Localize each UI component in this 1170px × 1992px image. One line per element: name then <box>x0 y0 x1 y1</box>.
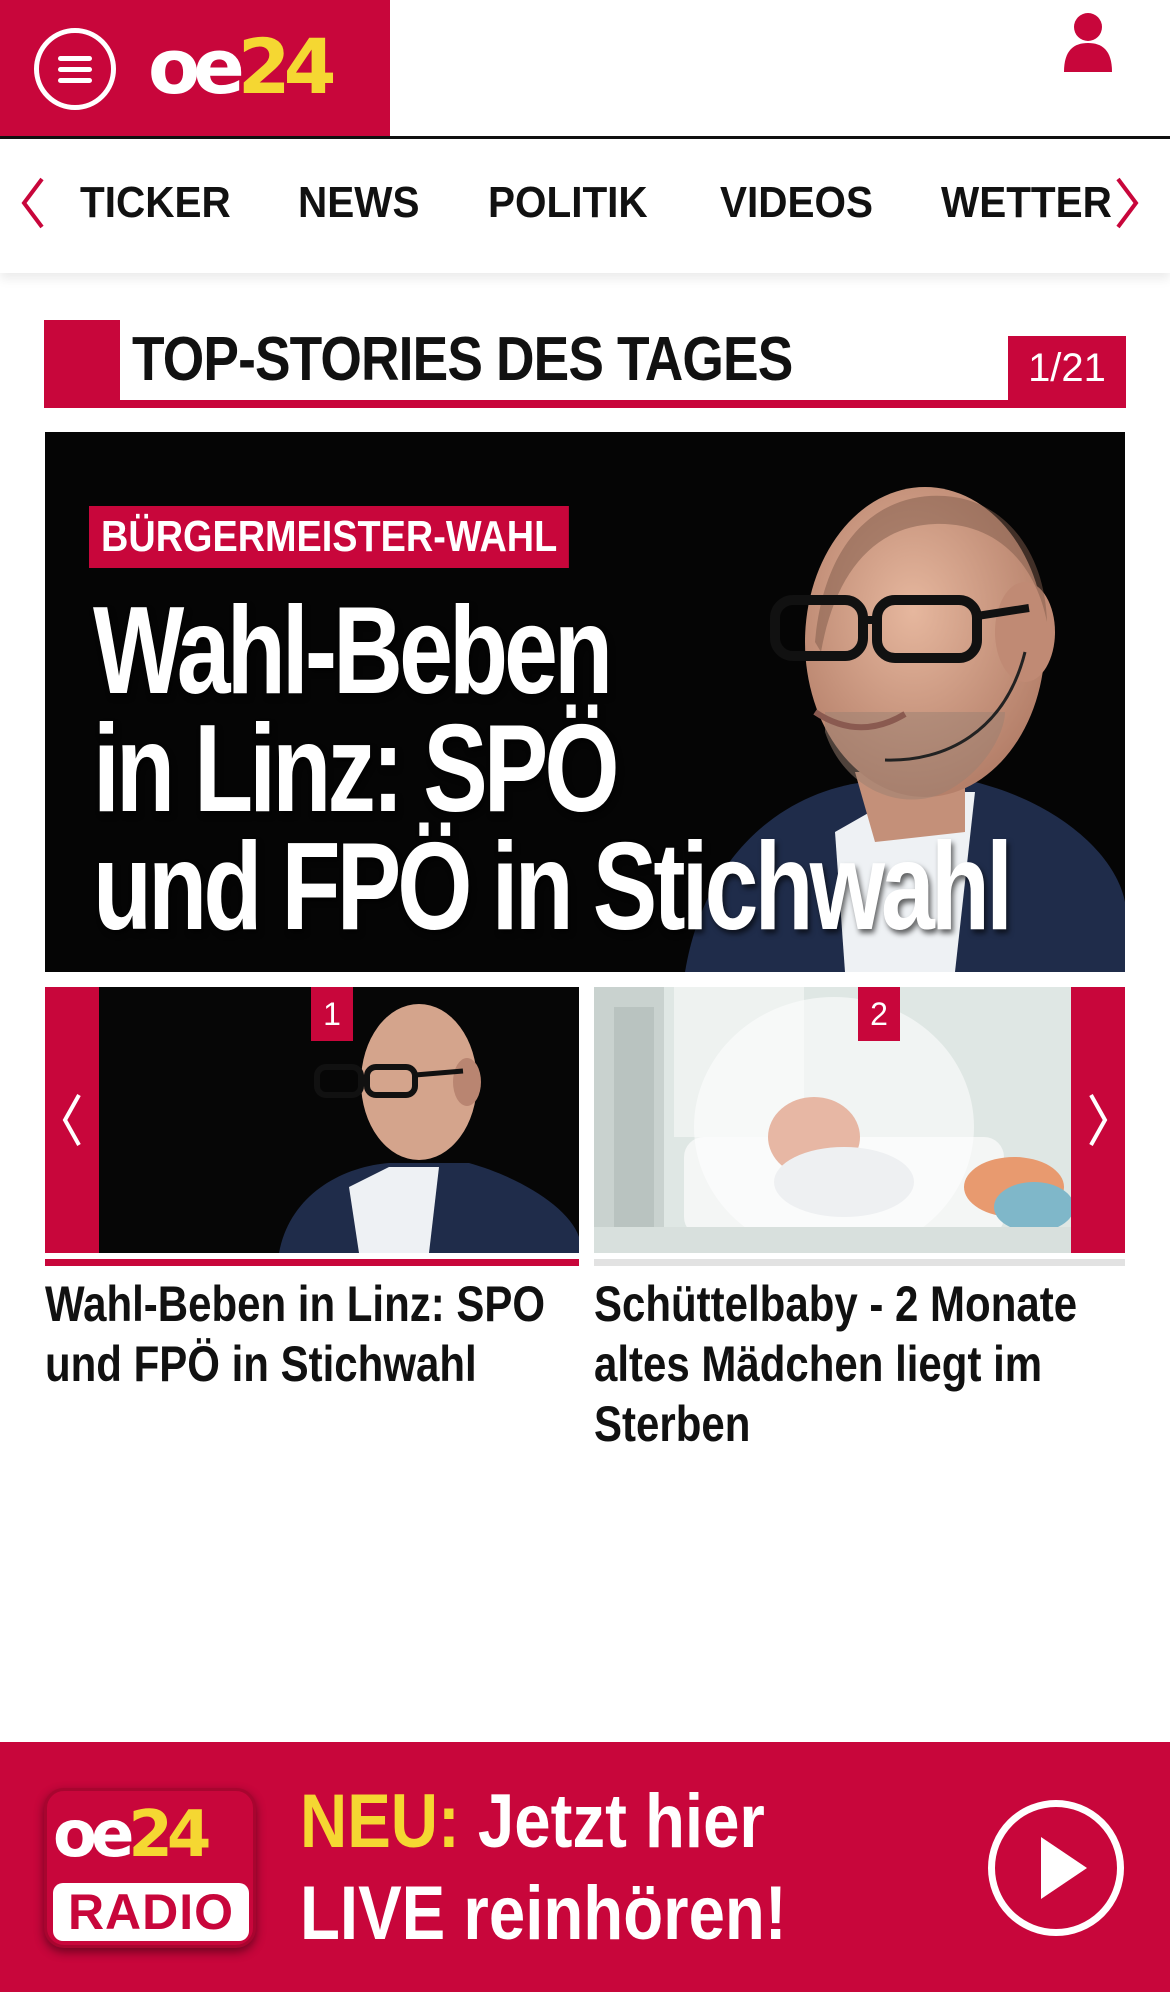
nav-item-news[interactable]: NEWS <box>298 173 419 233</box>
site-header: oe24 <box>0 0 1170 139</box>
hero-headline-line: Wahl-Beben <box>93 582 613 720</box>
radio-logo-text: oe <box>53 1798 134 1872</box>
carousel-next-button[interactable] <box>1071 987 1125 1253</box>
user-icon[interactable] <box>1062 12 1114 72</box>
nav-item-wetter[interactable]: WETTER <box>941 173 1112 233</box>
menu-button[interactable] <box>34 28 116 110</box>
radio-highlight: NEU: <box>300 1779 460 1864</box>
thumb-caption-2[interactable]: Schüttelbaby - 2 Monate altes Mädchen li… <box>594 1274 1132 1454</box>
brand-block: oe24 <box>0 0 390 136</box>
logo-text: oe <box>148 22 245 111</box>
thumb-badge: 2 <box>858 987 900 1041</box>
radio-promo-text: NEU: Jetzt hier LIVE reinhören! <box>300 1776 787 1960</box>
section-header: TOP-STORIES DES TAGES 1/21 <box>44 320 1126 408</box>
thumb-caption-1[interactable]: Wahl-Beben in Linz: SPO und FPÖ in Stich… <box>45 1274 583 1394</box>
nav-item-ticker[interactable]: TICKER <box>80 173 231 233</box>
nav-item-videos[interactable]: VIDEOS <box>720 173 873 233</box>
radio-logo-number: 24 <box>128 1798 211 1872</box>
radio-line1-rest: Jetzt hier <box>459 1779 765 1864</box>
radio-promo-line2: LIVE reinhören! <box>300 1871 787 1956</box>
nav-item-politik[interactable]: POLITIK <box>488 173 648 233</box>
radio-promo-line1: NEU: Jetzt hier <box>300 1776 787 1868</box>
chevron-right-icon <box>1089 1094 1108 1146</box>
carousel-thumb-2[interactable]: 2 <box>594 987 1071 1253</box>
section-underline <box>44 400 1126 408</box>
active-indicator <box>45 1259 579 1266</box>
hero-kicker: BÜRGERMEISTER-WAHL <box>89 506 570 568</box>
hero-headline-line: in Linz: SPÖ <box>93 700 620 838</box>
radio-logo-label: RADIO <box>53 1883 249 1941</box>
logo-number: 24 <box>237 22 337 111</box>
carousel-thumb-1[interactable]: 1 <box>99 987 579 1253</box>
play-button[interactable] <box>988 1800 1124 1936</box>
section-title: TOP-STORIES DES TAGES <box>132 325 793 394</box>
site-logo[interactable]: oe24 <box>148 26 337 108</box>
radio-banner[interactable]: oe24 RADIO NEU: Jetzt hier LIVE reinhöre… <box>0 1742 1170 1992</box>
main-nav: TICKER NEWS POLITIK VIDEOS WETTER <box>0 139 1170 273</box>
chevron-right-icon[interactable] <box>1112 173 1144 233</box>
hero-headline: Wahl-Beben in Linz: SPÖ und FPÖ in Stich… <box>93 582 1013 956</box>
inactive-indicator <box>594 1259 1125 1266</box>
chevron-left-icon[interactable] <box>16 173 48 233</box>
hero-story[interactable]: BÜRGERMEISTER-WAHL Wahl-Beben in Linz: S… <box>45 432 1125 972</box>
thumb-badge: 1 <box>311 987 353 1041</box>
menu-icon-bar <box>58 78 92 83</box>
play-icon <box>1041 1837 1087 1899</box>
thumb-photo <box>594 987 1071 1253</box>
carousel-prev-button[interactable] <box>45 987 99 1253</box>
slide-counter: 1/21 <box>1008 336 1126 400</box>
chevron-left-icon <box>62 1094 81 1146</box>
menu-icon-bar <box>58 67 92 72</box>
hero-headline-line: und FPÖ in Stichwahl <box>93 818 1013 956</box>
radio-logo-mark: oe24 <box>53 1793 211 1877</box>
section-accent <box>44 320 120 408</box>
radio-logo: oe24 RADIO <box>44 1788 256 1948</box>
menu-icon-bar <box>58 56 92 61</box>
